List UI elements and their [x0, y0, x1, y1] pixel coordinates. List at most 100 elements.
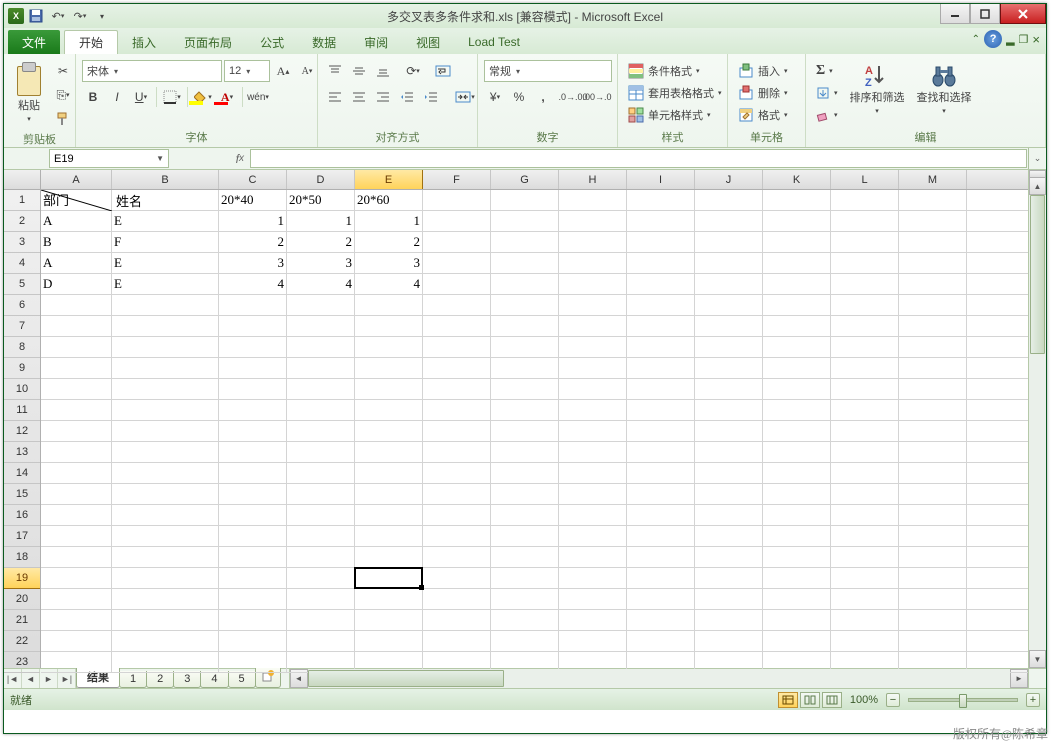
cell[interactable]: [559, 484, 627, 504]
tab-insert[interactable]: 插入: [118, 30, 170, 54]
border-button[interactable]: ▾: [161, 86, 183, 108]
excel-icon[interactable]: X: [8, 8, 24, 24]
cell[interactable]: [355, 568, 423, 588]
cell[interactable]: [41, 421, 112, 441]
format-cells-button[interactable]: 格式 ▾: [734, 104, 792, 126]
qat-customize-icon[interactable]: ▾: [92, 6, 112, 26]
cell[interactable]: [219, 337, 287, 357]
cell[interactable]: 2: [287, 232, 355, 252]
cell[interactable]: [287, 589, 355, 609]
cell[interactable]: [355, 400, 423, 420]
cell[interactable]: [831, 232, 899, 252]
cell[interactable]: B: [41, 232, 112, 252]
cell[interactable]: [491, 610, 559, 630]
cell[interactable]: [763, 484, 831, 504]
row-header[interactable]: 5: [4, 274, 40, 295]
qat-save-icon[interactable]: [26, 6, 46, 26]
cell[interactable]: [219, 358, 287, 378]
cell[interactable]: [899, 589, 967, 609]
cell[interactable]: [899, 505, 967, 525]
cell[interactable]: [41, 610, 112, 630]
cell[interactable]: [899, 610, 967, 630]
row-header[interactable]: 20: [4, 589, 40, 610]
cell-styles-button[interactable]: 单元格样式 ▾: [624, 104, 726, 126]
cell[interactable]: [763, 232, 831, 252]
cell[interactable]: [219, 652, 287, 672]
merge-center-button[interactable]: ▾: [450, 86, 480, 108]
doc-restore-icon[interactable]: ❐: [1019, 33, 1029, 46]
row-header[interactable]: 10: [4, 379, 40, 400]
zoom-slider[interactable]: [908, 698, 1018, 702]
cell[interactable]: [627, 568, 695, 588]
cell[interactable]: [831, 505, 899, 525]
normal-view-button[interactable]: [778, 692, 798, 708]
cell[interactable]: [559, 631, 627, 651]
row-header[interactable]: 15: [4, 484, 40, 505]
cell[interactable]: [219, 526, 287, 546]
cell[interactable]: [899, 211, 967, 231]
cell[interactable]: [423, 589, 491, 609]
cell[interactable]: [763, 316, 831, 336]
cell[interactable]: [695, 442, 763, 462]
cell[interactable]: [41, 526, 112, 546]
column-header[interactable]: L: [831, 170, 899, 189]
cell[interactable]: [831, 421, 899, 441]
tab-file[interactable]: 文件: [8, 30, 60, 54]
row-header[interactable]: 7: [4, 316, 40, 337]
copy-button[interactable]: ⎘▾: [52, 84, 74, 106]
cell[interactable]: 2: [355, 232, 423, 252]
cell[interactable]: [831, 337, 899, 357]
cell[interactable]: [899, 400, 967, 420]
cell[interactable]: [559, 253, 627, 273]
cell[interactable]: [491, 505, 559, 525]
cell[interactable]: [559, 337, 627, 357]
cell[interactable]: [355, 526, 423, 546]
cell[interactable]: [112, 505, 219, 525]
cell[interactable]: [627, 484, 695, 504]
cell[interactable]: [899, 379, 967, 399]
row-header[interactable]: 11: [4, 400, 40, 421]
cell[interactable]: 20*40: [219, 190, 287, 210]
cell[interactable]: [491, 463, 559, 483]
cell[interactable]: [491, 400, 559, 420]
italic-button[interactable]: I: [106, 86, 128, 108]
cell[interactable]: [423, 316, 491, 336]
cell[interactable]: 2: [219, 232, 287, 252]
cell[interactable]: [763, 547, 831, 567]
align-bottom-button[interactable]: [372, 60, 394, 82]
cell[interactable]: [355, 631, 423, 651]
zoom-level[interactable]: 100%: [850, 694, 878, 706]
number-format-combo[interactable]: 常规▾: [484, 60, 612, 82]
cell[interactable]: [355, 610, 423, 630]
cell[interactable]: [112, 526, 219, 546]
cell[interactable]: [695, 631, 763, 651]
expand-formula-bar-icon[interactable]: ⌄: [1028, 148, 1046, 169]
scroll-up-button[interactable]: ▲: [1029, 177, 1046, 195]
row-header[interactable]: 16: [4, 505, 40, 526]
cell[interactable]: [559, 526, 627, 546]
cell[interactable]: [831, 211, 899, 231]
cell[interactable]: [423, 568, 491, 588]
cell[interactable]: 4: [287, 274, 355, 294]
sort-filter-button[interactable]: AZ 排序和筛选▾: [846, 60, 909, 120]
cell[interactable]: [112, 610, 219, 630]
cell[interactable]: [219, 547, 287, 567]
cell[interactable]: [41, 316, 112, 336]
column-header[interactable]: C: [219, 170, 287, 189]
cell[interactable]: [491, 526, 559, 546]
cell[interactable]: D: [41, 274, 112, 294]
cell[interactable]: [355, 589, 423, 609]
cell[interactable]: [763, 211, 831, 231]
cell[interactable]: [899, 526, 967, 546]
cell[interactable]: [219, 463, 287, 483]
tab-view[interactable]: 视图: [402, 30, 454, 54]
cell[interactable]: [287, 337, 355, 357]
cell[interactable]: [559, 505, 627, 525]
cell[interactable]: [491, 337, 559, 357]
cell[interactable]: [355, 337, 423, 357]
spreadsheet-grid[interactable]: ABCDEFGHIJKLM 12345678910111213141516171…: [4, 170, 1046, 668]
cell[interactable]: [763, 379, 831, 399]
cell[interactable]: [491, 190, 559, 210]
cell[interactable]: [695, 484, 763, 504]
cell[interactable]: [219, 610, 287, 630]
